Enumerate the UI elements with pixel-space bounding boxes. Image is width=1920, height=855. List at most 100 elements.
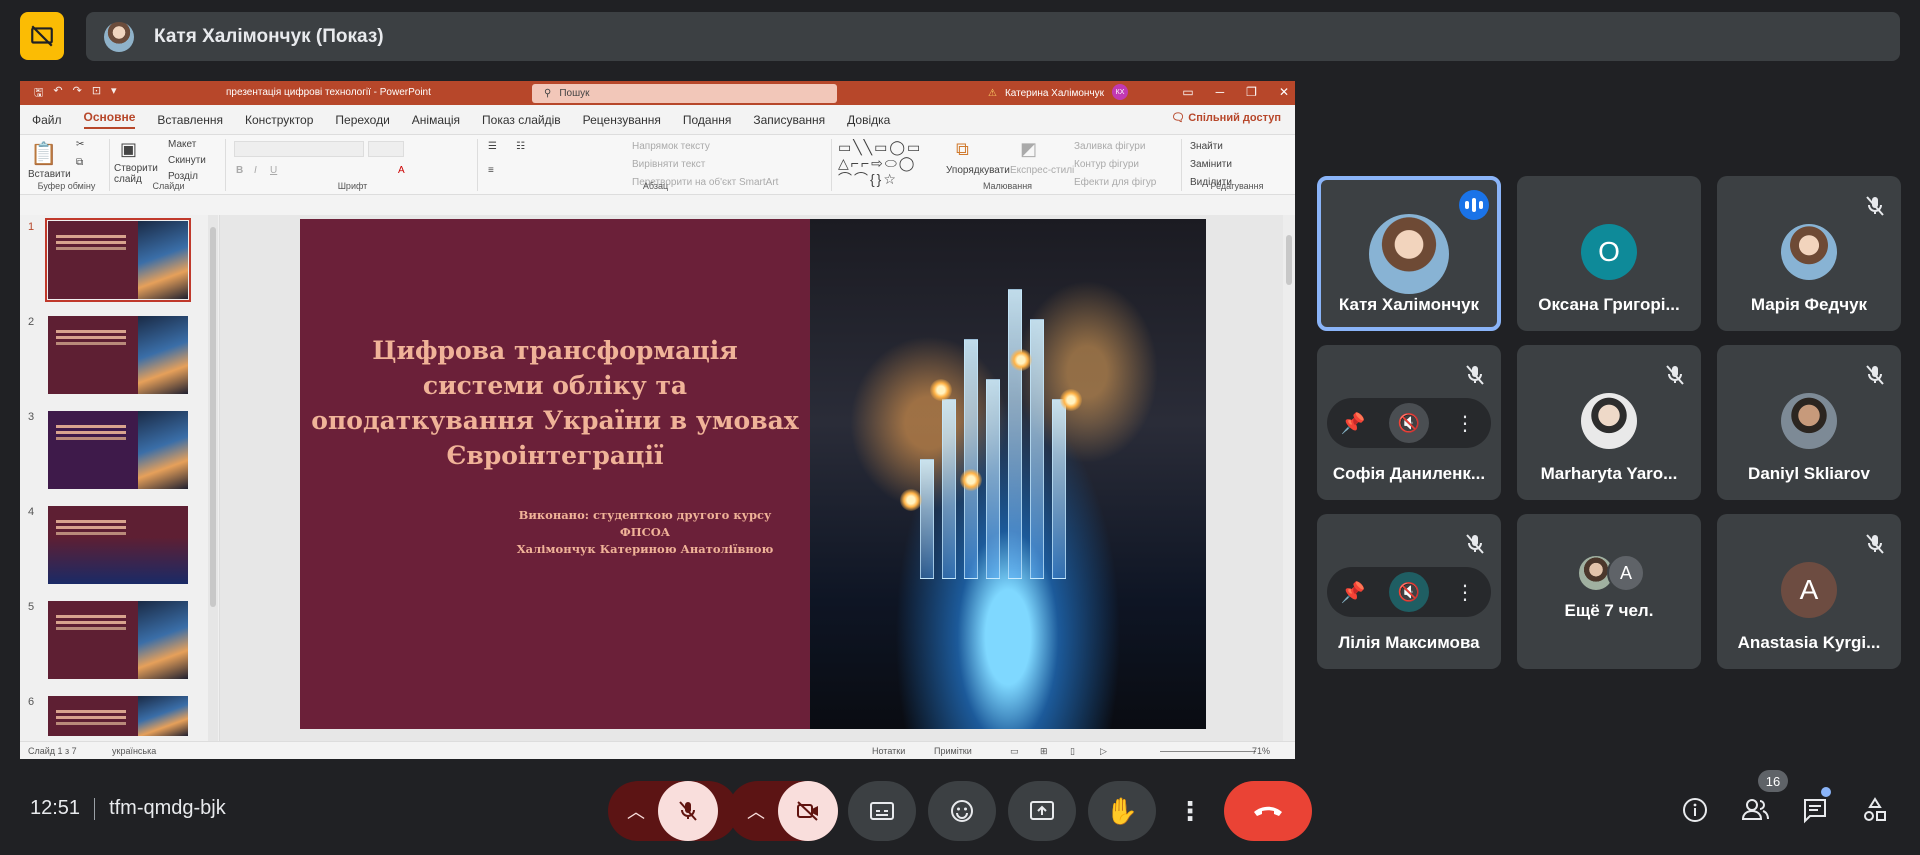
tab-insert[interactable]: Вставлення bbox=[157, 113, 223, 127]
underline-icon[interactable]: U bbox=[270, 165, 277, 176]
participant-tile[interactable]: A Anastasia Kyrgi... bbox=[1717, 514, 1901, 669]
present-now-button[interactable] bbox=[1008, 781, 1076, 841]
italic-icon[interactable]: I bbox=[254, 165, 257, 176]
share-button[interactable]: 🗨 Спільний доступ bbox=[1171, 111, 1281, 124]
tab-review[interactable]: Рецензування bbox=[583, 113, 661, 127]
presentation-off-icon[interactable] bbox=[20, 12, 64, 60]
more-options-icon[interactable]: ⋮ bbox=[1445, 403, 1485, 443]
shape-outline-button[interactable]: Контур фігури bbox=[1074, 159, 1139, 170]
tab-view[interactable]: Подання bbox=[683, 113, 731, 127]
tab-help[interactable]: Довідка bbox=[847, 113, 890, 127]
redo-icon[interactable]: ↷ bbox=[73, 84, 82, 103]
paste-icon[interactable]: 📋 bbox=[30, 141, 57, 167]
new-slide-icon[interactable]: ▣ bbox=[120, 139, 137, 160]
zoom-slider[interactable] bbox=[1160, 751, 1256, 752]
minimize-icon[interactable]: ─ bbox=[1216, 85, 1225, 99]
more-options-button[interactable]: ⋮ bbox=[1168, 781, 1212, 841]
captions-button[interactable] bbox=[848, 781, 916, 841]
reading-view-icon[interactable]: ▯ bbox=[1070, 746, 1075, 757]
video-options-chevron-icon[interactable]: ︿ bbox=[736, 781, 776, 841]
notes-button[interactable]: Нотатки bbox=[872, 746, 905, 756]
tab-slideshow[interactable]: Показ слайдів bbox=[482, 113, 561, 127]
align-left-icon[interactable]: ≡ bbox=[488, 165, 494, 176]
participant-tile[interactable]: 📌 🔇 ⋮ Софія Даниленк... bbox=[1317, 345, 1501, 500]
tab-animations[interactable]: Анімація bbox=[412, 113, 460, 127]
comments-button[interactable]: Примітки bbox=[934, 746, 972, 756]
maximize-icon[interactable]: ❐ bbox=[1246, 85, 1257, 99]
activities-button[interactable] bbox=[1855, 790, 1895, 830]
participant-tile-more[interactable]: A Ещё 7 чел. bbox=[1517, 514, 1701, 669]
presenter-bar[interactable]: Катя Халімончук (Показ) bbox=[86, 12, 1900, 61]
pin-icon[interactable]: 📌 bbox=[1333, 572, 1373, 612]
close-icon[interactable]: ✕ bbox=[1279, 85, 1289, 99]
group-font: B I U A Шрифт bbox=[228, 139, 478, 191]
tab-home[interactable]: Основне bbox=[83, 110, 136, 129]
ppt-search-box[interactable]: ⚲ Пошук bbox=[532, 84, 837, 103]
text-direction-button[interactable]: Напрямок тексту bbox=[632, 141, 710, 152]
save-icon[interactable]: 🖫 bbox=[34, 84, 43, 103]
find-button[interactable]: Знайти bbox=[1190, 141, 1223, 152]
mic-toggle-button[interactable] bbox=[658, 781, 718, 841]
leave-call-button[interactable] bbox=[1224, 781, 1312, 841]
tab-transitions[interactable]: Переходи bbox=[335, 113, 389, 127]
participant-tile[interactable]: Катя Халімончук bbox=[1317, 176, 1501, 331]
reactions-button[interactable] bbox=[928, 781, 996, 841]
numbering-icon[interactable]: ☷ bbox=[516, 141, 525, 152]
pin-icon[interactable]: 📌 bbox=[1333, 403, 1373, 443]
raise-hand-button[interactable]: ✋ bbox=[1088, 781, 1156, 841]
participant-tile[interactable]: Daniyl Skliarov bbox=[1717, 345, 1901, 500]
canvas-scrollbar[interactable] bbox=[1283, 215, 1295, 741]
tab-design[interactable]: Конструктор bbox=[245, 113, 313, 127]
slide-thumbnail[interactable]: 3 bbox=[28, 411, 208, 495]
participant-tile[interactable]: Marharyta Yaro... bbox=[1517, 345, 1701, 500]
cut-icon[interactable]: ✂ bbox=[76, 139, 84, 150]
more-options-icon[interactable]: ⋮ bbox=[1445, 572, 1485, 612]
font-color-icon[interactable]: A bbox=[398, 165, 405, 176]
reset-button[interactable]: Скинути bbox=[168, 155, 206, 166]
current-slide[interactable]: Цифрова трансформація системи обліку та … bbox=[300, 219, 1206, 729]
align-text-button[interactable]: Вирівняти текст bbox=[632, 159, 705, 170]
paste-button[interactable]: Вставити bbox=[28, 169, 71, 180]
present-icon[interactable]: ⊡ bbox=[92, 84, 101, 103]
quick-styles-button[interactable]: Експрес-стилі bbox=[1010, 165, 1074, 176]
thumbnails-scrollbar[interactable] bbox=[208, 215, 218, 741]
tab-recording[interactable]: Записування bbox=[753, 113, 825, 127]
language-indicator[interactable]: українська bbox=[112, 746, 156, 756]
ribbon-display-icon[interactable]: ▭ bbox=[1182, 85, 1193, 99]
layout-button[interactable]: Макет bbox=[168, 139, 196, 150]
customize-icon[interactable]: ▾ bbox=[111, 84, 117, 103]
zoom-level[interactable]: 71% bbox=[1252, 746, 1270, 756]
meeting-details-button[interactable] bbox=[1675, 790, 1715, 830]
people-button[interactable] bbox=[1735, 790, 1775, 830]
bullets-icon[interactable]: ☰ bbox=[488, 141, 497, 152]
undo-icon[interactable]: ↶ bbox=[53, 84, 62, 103]
slide-thumbnail[interactable]: 2 bbox=[28, 316, 208, 400]
slide-thumbnail[interactable]: 4 bbox=[28, 506, 208, 590]
participant-tile[interactable]: Марія Федчук bbox=[1717, 176, 1901, 331]
slide-thumbnail[interactable]: 5 bbox=[28, 601, 208, 685]
normal-view-icon[interactable]: ▭ bbox=[1010, 746, 1019, 757]
participant-tile[interactable]: О Оксана Григорі... bbox=[1517, 176, 1701, 331]
ppt-user[interactable]: ⚠ Катерина Халімончук КХ bbox=[988, 84, 1129, 100]
shape-fill-button[interactable]: Заливка фігури bbox=[1074, 141, 1145, 152]
slide-thumbnail[interactable]: 6 bbox=[28, 696, 208, 736]
tab-file[interactable]: Файл bbox=[32, 113, 62, 127]
quick-styles-icon[interactable]: ◩ bbox=[1020, 139, 1037, 160]
arrange-button[interactable]: Упорядкувати bbox=[946, 165, 1010, 176]
sorter-view-icon[interactable]: ⊞ bbox=[1040, 746, 1048, 757]
participant-tile[interactable]: 📌 🔇 ⋮ Лілія Максимова bbox=[1317, 514, 1501, 669]
shapes-gallery[interactable]: ▭╲╲▭◯▭ △⌐⌐⇨⬭◯ ⌒⌒{}☆ bbox=[838, 139, 922, 187]
copy-icon[interactable]: ⧉ bbox=[76, 157, 83, 168]
mute-participant-icon[interactable]: 🔇 bbox=[1389, 572, 1429, 612]
group-label-slides: Слайди bbox=[152, 181, 185, 191]
font-name-box[interactable] bbox=[234, 141, 364, 157]
slideshow-view-icon[interactable]: ▷ bbox=[1100, 746, 1107, 757]
replace-button[interactable]: Замінити bbox=[1190, 159, 1232, 170]
arrange-icon[interactable]: ⧉ bbox=[956, 139, 969, 160]
mute-participant-icon[interactable]: 🔇 bbox=[1389, 403, 1429, 443]
camera-toggle-button[interactable] bbox=[778, 781, 838, 841]
audio-options-chevron-icon[interactable]: ︿ bbox=[616, 781, 656, 841]
slide-thumbnail[interactable]: 1 bbox=[28, 218, 208, 305]
bold-icon[interactable]: B bbox=[236, 165, 243, 176]
font-size-box[interactable] bbox=[368, 141, 404, 157]
